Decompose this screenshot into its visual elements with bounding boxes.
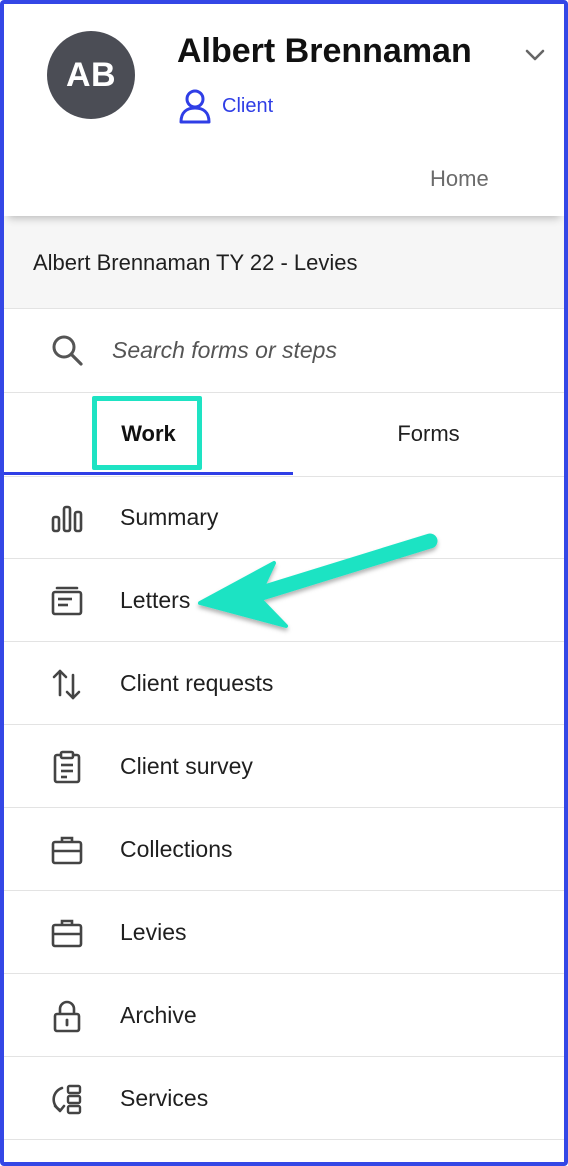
nav-item-archive[interactable]: Archive xyxy=(4,974,564,1057)
nav-item-collections[interactable]: Collections xyxy=(4,808,564,891)
nav-item-services[interactable]: Services xyxy=(4,1057,564,1140)
nav-item-label: Client requests xyxy=(120,670,274,696)
nav-item-summary[interactable]: Summary xyxy=(4,476,564,559)
search-icon xyxy=(52,335,83,366)
nav-item-label: Archive xyxy=(120,1002,197,1028)
search-input[interactable] xyxy=(112,334,532,366)
nav-item-client-survey[interactable]: Client survey xyxy=(4,725,564,808)
home-link[interactable]: Home xyxy=(430,166,489,192)
briefcase-icon xyxy=(51,836,83,865)
tab-bar: Work Forms xyxy=(4,392,564,477)
client-type: Client xyxy=(178,88,273,124)
services-list-icon xyxy=(52,1084,82,1115)
app-frame: AB Albert Brennaman Client Home Albert B… xyxy=(0,0,568,1166)
tab-forms[interactable]: Forms xyxy=(293,392,564,476)
user-icon xyxy=(179,89,211,124)
nav-item-label: Collections xyxy=(120,836,233,862)
client-name: Albert Brennaman xyxy=(177,32,472,70)
nav-item-label: Services xyxy=(120,1085,209,1111)
avatar: AB xyxy=(47,31,135,119)
transfer-arrows-icon xyxy=(52,669,81,700)
active-tab-indicator xyxy=(4,472,293,475)
bar-chart-icon xyxy=(51,505,83,533)
briefcase-icon xyxy=(51,919,83,948)
nav-item-label: Client survey xyxy=(120,753,253,779)
clipboard-icon xyxy=(53,750,81,784)
project-header: Albert Brennaman TY 22 - Levies xyxy=(4,216,564,309)
nav-list: Summary Letters Client requests Client s… xyxy=(4,476,564,1140)
nav-item-label: Summary xyxy=(120,504,219,530)
client-header: AB Albert Brennaman Client Home xyxy=(4,4,564,216)
nav-item-label: Letters xyxy=(120,587,191,613)
annotation-highlight-box xyxy=(92,396,202,470)
letter-tray-icon xyxy=(51,586,83,616)
nav-item-label: Levies xyxy=(120,919,187,945)
nav-item-client-requests[interactable]: Client requests xyxy=(4,642,564,725)
lock-icon xyxy=(53,1000,81,1033)
chevron-down-icon[interactable] xyxy=(524,44,546,66)
nav-item-levies[interactable]: Levies xyxy=(4,891,564,974)
project-title: Albert Brennaman TY 22 - Levies xyxy=(33,250,358,275)
search-bar xyxy=(4,308,564,393)
client-type-label: Client xyxy=(222,94,274,117)
avatar-initials: AB xyxy=(65,55,117,94)
nav-item-letters[interactable]: Letters xyxy=(4,559,564,642)
